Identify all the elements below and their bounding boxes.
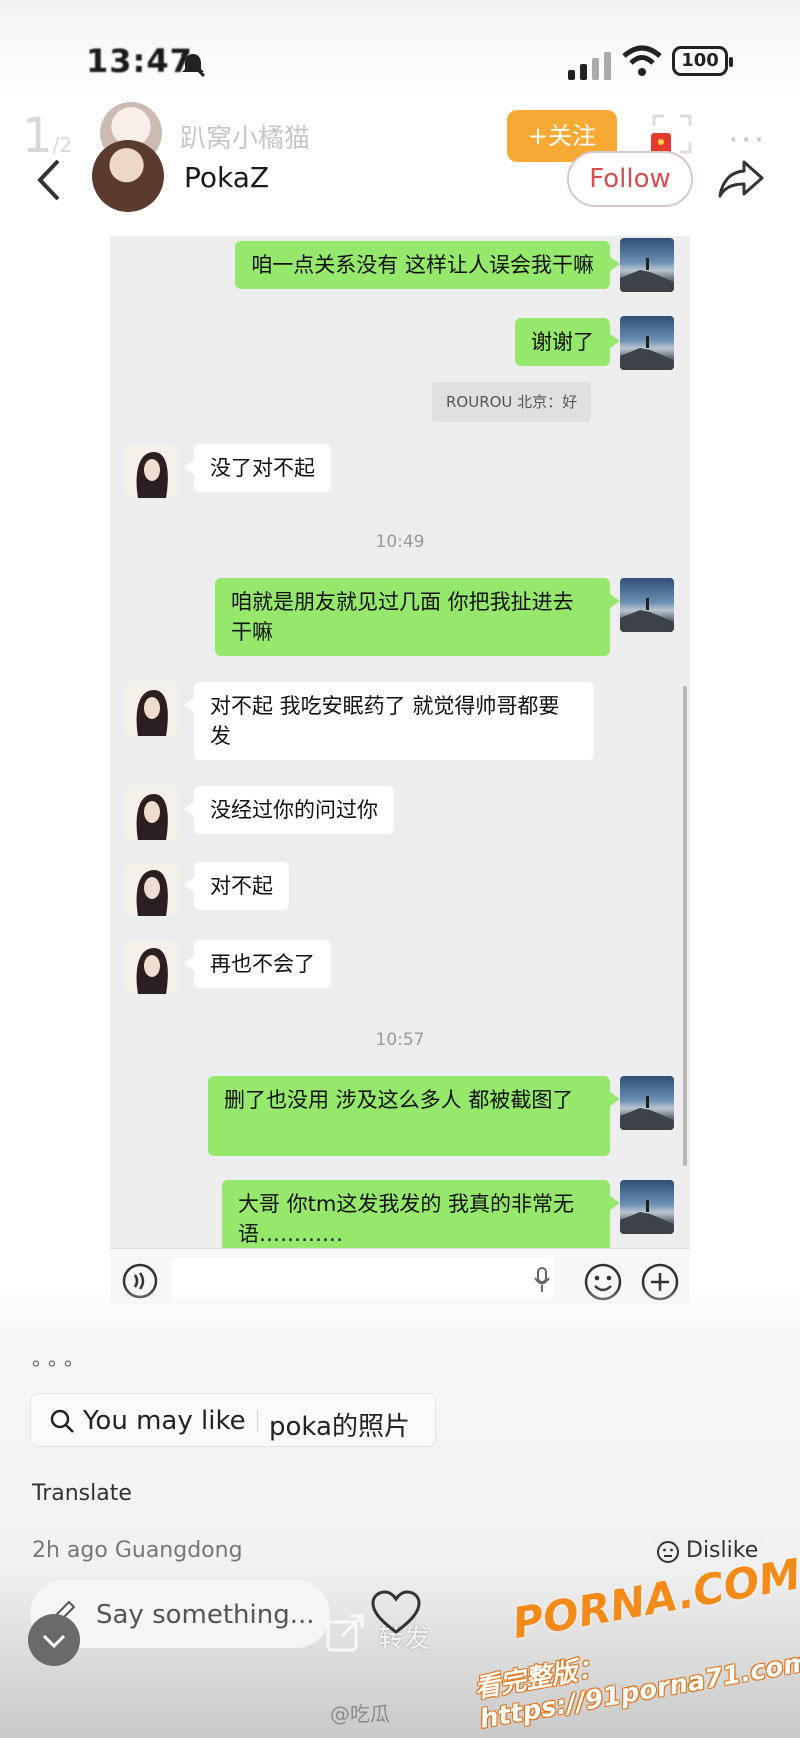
chat-message-out: 谢谢了 — [515, 318, 620, 366]
chevron-left-icon[interactable] — [30, 155, 70, 205]
post-text: 。。。 — [32, 1346, 90, 1370]
avatar-contact — [124, 682, 178, 736]
avatar-contact — [124, 444, 178, 498]
avatar[interactable] — [92, 140, 164, 212]
chat-message-in: 再也不会了 — [184, 940, 331, 988]
chat-message-out: 咱一点关系没有 这样让人误会我干嘛 — [235, 241, 620, 289]
chevron-down-icon — [42, 1634, 66, 1649]
collapse-button[interactable] — [28, 1614, 80, 1666]
separator — [257, 1410, 258, 1432]
avatar-self — [620, 238, 674, 292]
chat-message-in: 对不起 我吃安眠药了 就觉得帅哥都要发 — [184, 682, 594, 760]
bell-off-icon — [180, 52, 206, 78]
avatar-contact — [124, 862, 178, 916]
chat-message-in: 对不起 — [184, 862, 289, 910]
quoted-message: ROUROU 北京：好 — [432, 382, 592, 422]
search-icon — [50, 1409, 74, 1433]
translate-link[interactable]: Translate — [32, 1481, 132, 1506]
avatar-self — [620, 316, 674, 370]
chat-message-in: 没经过你的问过你 — [184, 786, 394, 834]
chat-screenshot: 咱一点关系没有 这样让人误会我干嘛 谢谢了 ROUROU 北京：好 没了对不起 … — [110, 236, 690, 1306]
wifi-icon — [622, 45, 662, 76]
avatar-contact — [124, 940, 178, 994]
signal-icon — [568, 52, 611, 80]
you-may-like-query: poka的照片 — [269, 1412, 410, 1442]
more-dots-icon[interactable]: ··· — [728, 120, 766, 160]
chat-timestamp: 10:57 — [375, 1030, 425, 1050]
comment-placeholder: Say something... — [96, 1600, 315, 1630]
chat-message-out: 大哥 你tm这发我发的 我真的非常无语………… — [222, 1180, 620, 1258]
you-may-like-label: You may like — [83, 1406, 246, 1436]
follow-button[interactable]: Follow — [567, 151, 693, 207]
chat-scrollbar[interactable] — [683, 686, 687, 1166]
username[interactable]: PokaZ — [184, 161, 269, 194]
chat-message-out: 删了也没用 涉及这么多人 都被截图了 — [208, 1076, 620, 1156]
avatar-self — [620, 1076, 674, 1130]
weibo-watermark: @吃瓜 — [330, 1702, 390, 1726]
avatar-self — [620, 578, 674, 632]
post-meta: 2h ago Guangdong — [32, 1538, 243, 1563]
chat-message-in: 没了对不起 — [184, 444, 331, 492]
ghost-username: 趴窝小橘猫 — [180, 124, 311, 154]
share-arrow-icon[interactable] — [716, 156, 766, 200]
chat-timestamp: 10:49 — [375, 532, 425, 552]
avatar-contact — [124, 786, 178, 840]
chat-message-out: 咱就是朋友就见过几面 你把我扯进去干嘛 — [215, 578, 620, 656]
status-time: 13:47 — [86, 42, 193, 80]
repost-icon[interactable] — [324, 1612, 366, 1654]
battery-indicator: 100 — [672, 46, 733, 76]
dislike-icon — [657, 1541, 679, 1563]
you-may-like-chip[interactable]: You may like poka的照片 — [30, 1393, 436, 1447]
avatar-self — [620, 1180, 674, 1234]
page-total: /2 — [52, 133, 73, 157]
heart-icon[interactable] — [370, 1590, 422, 1636]
